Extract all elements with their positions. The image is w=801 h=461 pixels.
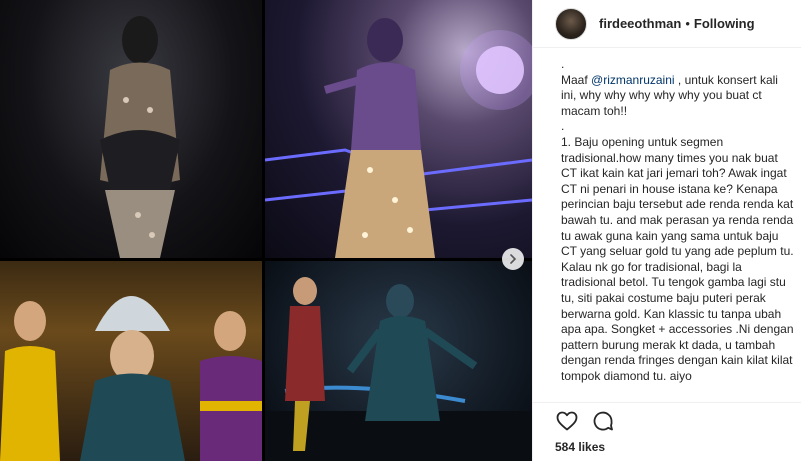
photo-singer-sequin-gown <box>265 0 532 258</box>
caption-line: . <box>561 119 565 134</box>
profile-avatar[interactable] <box>555 7 587 40</box>
actions-divider <box>533 402 801 403</box>
caption-body: 1. Baju opening untuk segmen tradisional… <box>561 134 794 383</box>
follow-status-button[interactable]: Following <box>694 16 755 31</box>
caption-line: . <box>561 57 565 71</box>
photo-singer-traditional-headdress <box>0 261 262 461</box>
post-header: firdeeothman • Following <box>533 0 801 48</box>
username-link[interactable]: firdeeothman <box>599 16 681 31</box>
post-media[interactable] <box>0 0 532 461</box>
separator-dot: • <box>685 16 690 31</box>
like-button[interactable] <box>555 409 579 433</box>
caption-intro-prefix: Maaf <box>561 72 592 87</box>
likes-count[interactable]: 584 likes <box>555 440 605 454</box>
post-caption: . Maaf @rizmanruzaini , untuk konsert ka… <box>561 57 796 384</box>
comment-icon <box>593 411 613 431</box>
post-details-panel: firdeeothman • Following . Maaf @rizmanr… <box>532 0 801 461</box>
heart-icon <box>556 411 578 431</box>
mention-link[interactable]: @rizmanruzaini <box>591 73 675 87</box>
post-actions <box>555 408 627 434</box>
comment-button[interactable] <box>591 409 615 433</box>
next-image-button[interactable] <box>502 248 524 270</box>
photo-singer-black-dress <box>0 0 262 258</box>
photo-singer-with-dancer <box>265 261 532 461</box>
caption-intro: Maaf @rizmanruzaini , untuk konsert kali… <box>561 73 796 120</box>
chevron-right-icon <box>510 254 517 264</box>
